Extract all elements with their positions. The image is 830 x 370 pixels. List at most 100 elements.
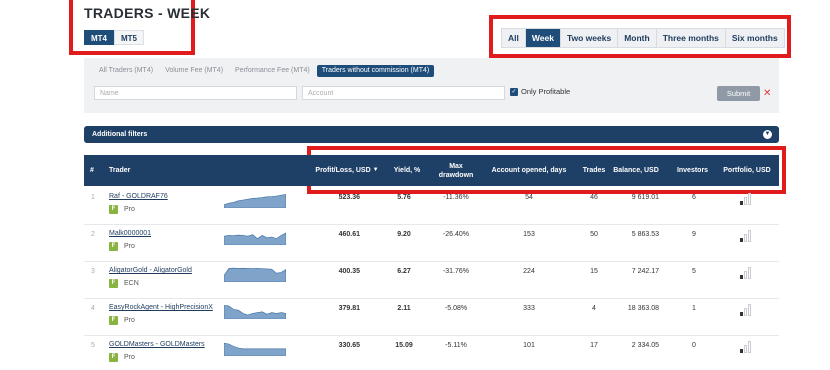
balance-value: 2 334.05: [631, 342, 659, 349]
tab-mt5[interactable]: MT5: [114, 30, 144, 45]
submit-button[interactable]: Submit: [717, 86, 760, 101]
trader-badge: F: [109, 353, 118, 362]
account-type: Pro: [124, 206, 135, 213]
portfolio-bars-icon: [740, 339, 756, 353]
tab-all[interactable]: All: [502, 29, 526, 47]
investors-value: 1: [692, 305, 696, 312]
account-field[interactable]: [302, 86, 505, 100]
investors-value: 9: [692, 231, 696, 238]
table-row[interactable]: 2 Malk0000001 F Pro 460.61 9.20 -26.40% …: [84, 225, 779, 262]
trades-value: 50: [590, 231, 598, 238]
row-number: 1: [91, 194, 95, 201]
trader-link[interactable]: EasyRockAgent - HighPrecisionX: [109, 304, 213, 311]
max-drawdown-value: -11.36%: [443, 194, 469, 201]
sparkline-chart: [224, 267, 286, 282]
max-drawdown-value: -26.40%: [442, 231, 470, 238]
account-type: Pro: [124, 354, 135, 361]
col-profit[interactable]: Profit/Loss, USD ▼: [312, 155, 382, 186]
trader-link[interactable]: Malk0000001: [109, 230, 151, 237]
chevron-down-icon[interactable]: ▼: [763, 130, 772, 139]
max-drawdown-value: -5.08%: [444, 305, 468, 312]
col-trader[interactable]: Trader: [109, 155, 149, 186]
trades-value: 17: [590, 342, 598, 349]
row-number: 3: [91, 268, 95, 275]
filter-tab-no-commission[interactable]: Traders without commission (MT4): [316, 65, 435, 77]
col-investors[interactable]: Investors: [671, 155, 714, 186]
trades-value: 15: [590, 268, 598, 275]
name-field[interactable]: [94, 86, 297, 100]
balance-value: 18 363.08: [627, 305, 659, 312]
row-number: 2: [91, 231, 95, 238]
table-row[interactable]: 3 AligatorGold - AligatorGold F ECN 400.…: [84, 262, 779, 299]
tab-month[interactable]: Month: [618, 29, 657, 47]
investors-value: 6: [692, 194, 696, 201]
additional-filters-label: Additional filters: [92, 131, 148, 138]
sparkline-chart: [224, 342, 286, 356]
yield-value: 6.27: [397, 268, 411, 275]
only-profitable-label: Only Profitable: [521, 87, 571, 96]
yield-value: 5.76: [397, 194, 411, 201]
row-number: 5: [91, 342, 95, 349]
col-maxdd[interactable]: Max drawdown: [436, 155, 476, 186]
tab-two-weeks[interactable]: Two weeks: [561, 29, 619, 47]
profit-value: 379.81: [338, 305, 360, 312]
table-header: # Trader Profit/Loss, USD ▼ Yield, % Max…: [84, 155, 779, 186]
filter-panel: All Traders (MT4) Volume Fee (MT4) Perfo…: [84, 58, 779, 113]
portfolio-bars-icon: [740, 265, 756, 279]
portfolio-bars-icon: [740, 191, 756, 205]
tab-week[interactable]: Week: [525, 29, 561, 47]
trades-value: 46: [590, 194, 598, 201]
col-balance[interactable]: Balance, USD: [611, 155, 661, 186]
tab-three-months[interactable]: Three months: [657, 29, 726, 47]
tab-six-months[interactable]: Six months: [726, 29, 784, 47]
balance-value: 7 242.17: [631, 268, 659, 275]
period-tabs: All Week Two weeks Month Three months Si…: [501, 28, 785, 48]
account-opened-value: 224: [523, 268, 535, 275]
account-opened-value: 153: [523, 231, 535, 238]
account-opened-value: 54: [525, 194, 533, 201]
row-number: 4: [91, 305, 95, 312]
filter-tab-all-traders[interactable]: All Traders (MT4): [94, 65, 158, 77]
table-row[interactable]: 5 GOLDMasters - GOLDMasters F Pro 330.65…: [84, 336, 779, 370]
investors-value: 0: [692, 342, 696, 349]
close-icon[interactable]: ✕: [763, 86, 771, 101]
balance-value: 9 619.01: [631, 194, 659, 201]
platform-tabs: MT4 MT5: [84, 30, 144, 45]
trader-badge: F: [109, 279, 118, 288]
tab-mt4[interactable]: MT4: [84, 30, 114, 45]
account-type: ECN: [124, 280, 139, 287]
trader-badge: F: [109, 316, 118, 325]
filter-tab-performance-fee[interactable]: Performance Fee (MT4): [230, 65, 315, 77]
profit-value: 330.65: [338, 342, 360, 349]
table-row[interactable]: 1 Raf - GOLDRAF76 F Pro 523.36 5.76 -11.…: [84, 188, 779, 225]
col-portfolio[interactable]: Portfolio, USD: [718, 155, 776, 186]
additional-filters-bar[interactable]: Additional filters ▼: [84, 126, 779, 143]
account-opened-value: 333: [523, 305, 535, 312]
trader-link[interactable]: Raf - GOLDRAF76: [109, 193, 168, 200]
sparkline-chart: [224, 305, 286, 319]
portfolio-bars-icon: [740, 228, 756, 242]
table-row[interactable]: 4 EasyRockAgent - HighPrecisionX F Pro 3…: [84, 299, 779, 336]
profit-value: 400.35: [338, 268, 360, 275]
trader-link[interactable]: AligatorGold - AligatorGold: [109, 267, 192, 274]
col-trades[interactable]: Trades: [578, 155, 610, 186]
col-yield[interactable]: Yield, %: [387, 155, 427, 186]
only-profitable-toggle[interactable]: ✓ Only Profitable: [510, 87, 570, 96]
sort-desc-icon: ▼: [372, 167, 379, 173]
col-account-opened[interactable]: Account opened, days: [486, 155, 572, 186]
max-drawdown-value: -31.76%: [442, 268, 470, 275]
filter-tabs: All Traders (MT4) Volume Fee (MT4) Perfo…: [94, 65, 435, 77]
profit-value: 460.61: [338, 231, 360, 238]
filter-tab-volume-fee[interactable]: Volume Fee (MT4): [160, 65, 228, 77]
account-opened-value: 101: [523, 342, 535, 349]
investors-value: 5: [692, 268, 696, 275]
trades-value: 4: [592, 305, 596, 312]
trader-link[interactable]: GOLDMasters - GOLDMasters: [109, 341, 205, 348]
trader-badge: F: [109, 205, 118, 214]
account-type: Pro: [124, 243, 135, 250]
yield-value: 9.20: [397, 231, 411, 238]
yield-value: 15.09: [395, 342, 413, 349]
col-profit-label: Profit/Loss, USD: [315, 167, 371, 174]
checkbox-checked-icon[interactable]: ✓: [510, 87, 518, 96]
portfolio-bars-icon: [740, 302, 756, 316]
